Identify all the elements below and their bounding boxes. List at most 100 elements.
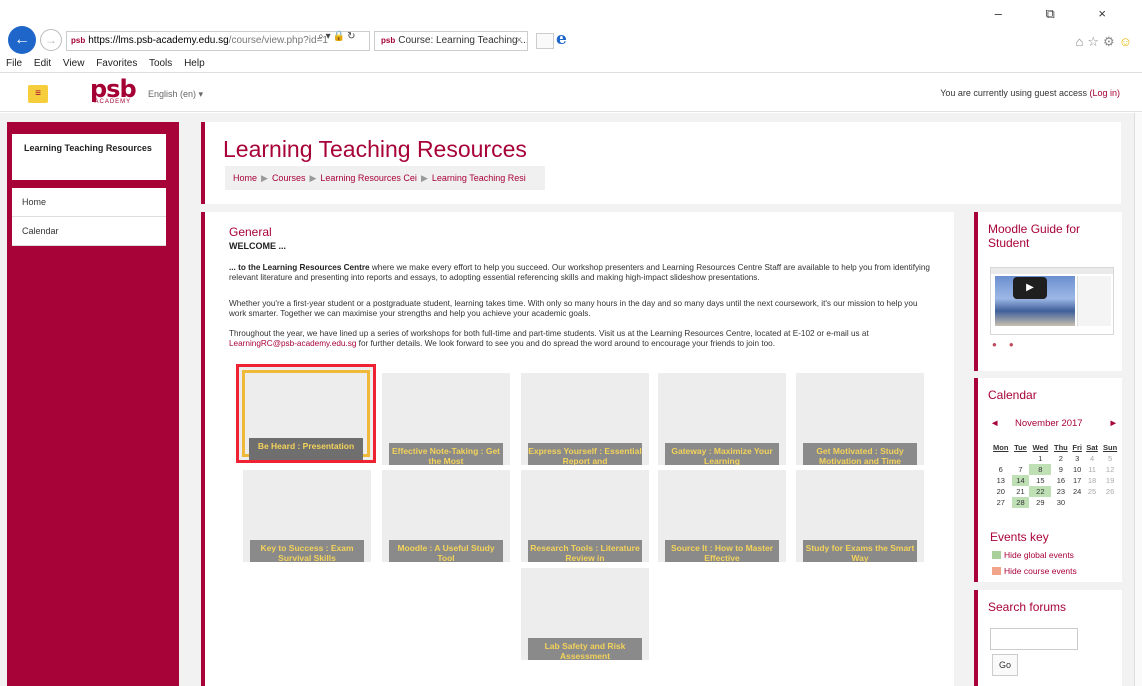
calendar-title: Calendar bbox=[988, 388, 1037, 402]
workshop-tile[interactable]: Lab Safety and Risk Assessment bbox=[521, 568, 649, 660]
calendar-day[interactable]: 5 bbox=[1100, 453, 1120, 464]
calendar-day[interactable]: 18 bbox=[1084, 475, 1100, 486]
calendar-day[interactable]: 8 bbox=[1029, 464, 1052, 475]
address-bar-icons[interactable]: ⌕▾🔒↻ bbox=[318, 31, 357, 42]
workshop-tile[interactable]: Express Yourself : Essential Report and bbox=[521, 373, 649, 465]
calendar-grid: Mon Tue Wed Thu Fri Sat Sun 1 2 3 4 5 6 7 8 9 10 11 12 13 1… bbox=[990, 442, 1120, 508]
search-forums-title: Search forums bbox=[988, 600, 1067, 614]
menu-view[interactable]: View bbox=[63, 58, 85, 69]
page-scrollbar[interactable] bbox=[1134, 113, 1142, 686]
calendar-day[interactable]: 9 bbox=[1051, 464, 1070, 475]
tile-caption: Moodle : A Useful Study Tool bbox=[389, 540, 503, 562]
calendar-day-header: Sun bbox=[1103, 443, 1118, 452]
calendar-day bbox=[990, 453, 1012, 464]
breadcrumb-home[interactable]: Home bbox=[233, 173, 257, 183]
window-controls[interactable]: – ⧉ × bbox=[995, 6, 1126, 22]
breadcrumb-courses[interactable]: Courses bbox=[272, 173, 306, 183]
calendar-day[interactable]: 21 bbox=[1012, 486, 1030, 497]
calendar-day bbox=[1100, 497, 1120, 508]
calendar-day[interactable]: 14 bbox=[1011, 475, 1030, 486]
calendar-block: Calendar ◄ November 2017 ► Mon Tue Wed Thu F… bbox=[974, 378, 1122, 582]
calendar-day[interactable]: 24 bbox=[1070, 486, 1083, 497]
title-panel: Learning Teaching Resources Home ▶ Courses… bbox=[201, 122, 1121, 204]
workshop-tile[interactable]: Gateway : Maximize Your Learning bbox=[658, 373, 786, 465]
guide-video[interactable]: ▶ bbox=[990, 267, 1114, 335]
calendar-day[interactable]: 12 bbox=[1100, 464, 1120, 475]
calendar-day[interactable]: 26 bbox=[1100, 486, 1120, 497]
menu-file[interactable]: File bbox=[6, 58, 22, 69]
calendar-day[interactable]: 6 bbox=[990, 464, 1012, 475]
calendar-day[interactable]: 1 bbox=[1029, 453, 1051, 464]
breadcrumb-lrc[interactable]: Learning Resources Cei bbox=[320, 173, 417, 183]
calendar-day[interactable]: 17 bbox=[1070, 475, 1083, 486]
search-forums-input[interactable] bbox=[990, 628, 1078, 650]
email-link[interactable]: LearningRC@psb-academy.edu.sg bbox=[229, 339, 356, 348]
new-tab-button[interactable] bbox=[536, 33, 554, 49]
calendar-day bbox=[1070, 497, 1083, 508]
calendar-day[interactable]: 16 bbox=[1051, 475, 1070, 486]
calendar-day[interactable]: 3 bbox=[1070, 453, 1083, 464]
hide-global-events[interactable]: Hide global events bbox=[992, 550, 1074, 560]
breadcrumb-current[interactable]: Learning Teaching Resi bbox=[432, 173, 526, 183]
smiley-icon[interactable]: ☺ bbox=[1119, 34, 1136, 49]
calendar-day[interactable]: 27 bbox=[990, 497, 1012, 508]
intro-text-3b: for further details. We look forward to … bbox=[356, 338, 775, 348]
menu-tools[interactable]: Tools bbox=[149, 58, 172, 69]
calendar-week: 20 21 22 23 24 25 26 bbox=[990, 486, 1120, 497]
calendar-week: 27 28 29 30 bbox=[990, 497, 1120, 508]
workshop-tile[interactable]: Source It : How to Master Effective bbox=[658, 470, 786, 562]
login-link[interactable]: (Log in) bbox=[1089, 88, 1120, 98]
breadcrumb-separator-icon: ▶ bbox=[261, 173, 268, 183]
sidebar-course-block[interactable]: Learning Teaching Resources bbox=[12, 134, 166, 180]
back-arrow-icon[interactable]: ← bbox=[8, 26, 36, 54]
prev-month-icon[interactable]: ◄ bbox=[990, 418, 999, 429]
hide-course-events[interactable]: Hide course events bbox=[992, 566, 1077, 576]
carousel-dots-icon[interactable]: ●● bbox=[992, 340, 1026, 349]
section-title: General bbox=[229, 225, 272, 239]
calendar-day[interactable]: 7 bbox=[1012, 464, 1030, 475]
workshop-tile[interactable]: Research Tools : Literature Review in bbox=[521, 470, 649, 562]
sidebar-item-home[interactable]: Home bbox=[12, 188, 166, 217]
workshop-tile[interactable]: Effective Note-Taking : Get the Most bbox=[382, 373, 510, 465]
calendar-day[interactable]: 11 bbox=[1084, 464, 1100, 475]
language-selector[interactable]: English (en) ▾ bbox=[148, 89, 203, 100]
browser-tab[interactable]: psb Course: Learning Teaching ... × bbox=[374, 31, 528, 51]
menu-favorites[interactable]: Favorites bbox=[96, 58, 137, 69]
calendar-day[interactable]: 30 bbox=[1051, 497, 1070, 508]
workshop-tile[interactable]: Be Heard : Presentation bbox=[236, 364, 376, 463]
calendar-day[interactable]: 29 bbox=[1029, 497, 1051, 508]
search-go-button[interactable]: Go bbox=[992, 654, 1018, 676]
browser-toolbar: ← → psb https://lms.psb-academy.edu.sg/co… bbox=[0, 0, 1142, 69]
next-month-icon[interactable]: ► bbox=[1109, 418, 1118, 429]
site-favicon-icon: psb bbox=[71, 36, 86, 45]
calendar-day[interactable]: 15 bbox=[1029, 475, 1051, 486]
calendar-day[interactable]: 20 bbox=[990, 486, 1012, 497]
menu-edit[interactable]: Edit bbox=[34, 58, 51, 69]
close-tab-icon[interactable]: × bbox=[516, 32, 522, 50]
forward-arrow-icon[interactable]: → bbox=[40, 29, 62, 51]
hamburger-menu-icon[interactable]: ≡ bbox=[28, 85, 48, 103]
breadcrumb-separator-icon: ▶ bbox=[420, 173, 428, 183]
workshop-tile[interactable]: Key to Success : Exam Survival Skills bbox=[243, 470, 371, 562]
sidebar-item-calendar[interactable]: Calendar bbox=[12, 217, 166, 246]
browser-tool-icons[interactable]: ⌂☆⚙☺ bbox=[1076, 34, 1136, 50]
tab-label: Course: Learning Teaching ... bbox=[398, 35, 528, 46]
calendar-day[interactable]: 19 bbox=[1100, 475, 1120, 486]
calendar-day[interactable]: 28 bbox=[1011, 497, 1030, 508]
events-key-title: Events key bbox=[990, 530, 1049, 544]
calendar-day[interactable]: 2 bbox=[1051, 453, 1070, 464]
calendar-day[interactable]: 22 bbox=[1029, 486, 1052, 497]
psb-logo[interactable]: psb ACADEMY bbox=[90, 77, 137, 105]
calendar-day[interactable]: 25 bbox=[1084, 486, 1100, 497]
workshop-tile[interactable]: Moodle : A Useful Study Tool bbox=[382, 470, 510, 562]
workshop-tile[interactable]: Study for Exams the Smart Way bbox=[796, 470, 924, 562]
calendar-day[interactable]: 10 bbox=[1070, 464, 1083, 475]
play-icon[interactable]: ▶ bbox=[1013, 277, 1047, 299]
menu-help[interactable]: Help bbox=[184, 58, 205, 69]
search-forums-block: Search forums Go bbox=[974, 590, 1122, 686]
calendar-day[interactable]: 13 bbox=[990, 475, 1012, 486]
calendar-day[interactable]: 4 bbox=[1084, 453, 1100, 464]
calendar-month[interactable]: November 2017 bbox=[1015, 418, 1083, 429]
calendar-day[interactable]: 23 bbox=[1051, 486, 1070, 497]
workshop-tile[interactable]: Get Motivated : Study Motivation and Tim… bbox=[796, 373, 924, 465]
